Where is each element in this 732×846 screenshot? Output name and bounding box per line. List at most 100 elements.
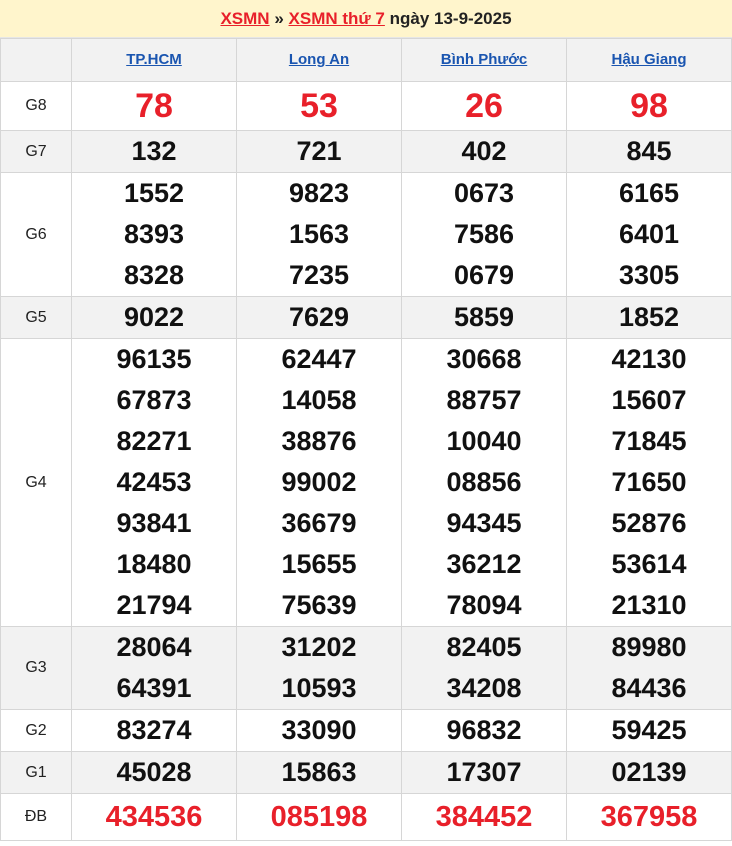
result-cell-hau-giang: 845 (566, 130, 732, 173)
page-header: XSMN » XSMN thứ 7 ngày 13-9-2025 (0, 0, 732, 38)
xsmn-link[interactable]: XSMN (220, 9, 269, 28)
prize-row-g1: G1 45028 15863 17307 02139 (0, 751, 732, 794)
result-cell-tphcm: 83274 (71, 709, 237, 752)
prize-number: 82271 (116, 426, 192, 456)
prize-number: 83274 (116, 715, 192, 745)
result-cell-hau-giang: 367958 (566, 793, 732, 841)
prize-row-g6: G6 1552 8393 8328 9823 1563 7235 0673 7586 0679 61… (0, 172, 732, 297)
prize-number: 36212 (446, 549, 522, 579)
prize-number: 7235 (288, 260, 350, 290)
province-link-tphcm[interactable]: TP.HCM (126, 51, 182, 68)
province-link-long-an[interactable]: Long An (289, 51, 349, 68)
result-cell-long-an: 721 (236, 130, 402, 173)
prize-label: G5 (0, 296, 72, 339)
result-cell-binh-phuoc: 0673 7586 0679 (401, 172, 567, 297)
prize-number: 94345 (446, 508, 522, 538)
prize-number: 15607 (611, 385, 687, 415)
prize-number: 0673 (453, 178, 515, 208)
result-cell-tphcm: 78 (71, 81, 237, 131)
province-link-binh-phuoc[interactable]: Bình Phước (441, 51, 528, 68)
prize-number: 14058 (281, 385, 357, 415)
prize-number: 26 (465, 87, 503, 125)
prize-number: 38876 (281, 426, 357, 456)
special-prize-number: 384452 (435, 801, 533, 833)
prize-number: 75639 (281, 590, 357, 620)
corner-cell (0, 38, 72, 82)
result-cell-tphcm: 96135 67873 82271 42453 93841 18480 21794 (71, 338, 237, 627)
prize-label: G2 (0, 709, 72, 752)
prize-row-g4: G4 96135 67873 82271 42453 93841 18480 21794 624… (0, 338, 732, 627)
prize-number: 71650 (611, 467, 687, 497)
prize-number: 845 (626, 136, 672, 166)
prize-number: 78 (135, 87, 173, 125)
prize-number: 64391 (116, 673, 192, 703)
prize-number: 08856 (446, 467, 522, 497)
prize-number: 53614 (611, 549, 687, 579)
result-cell-long-an: 15863 (236, 751, 402, 794)
prize-number: 62447 (281, 344, 357, 374)
prize-number: 6401 (618, 219, 680, 249)
prize-number: 96832 (446, 715, 522, 745)
prize-number: 5859 (453, 302, 515, 332)
province-header-row: TP.HCM Long An Bình Phước Hậu Giang (0, 38, 732, 82)
prize-number: 21310 (611, 590, 687, 620)
prize-number: 1552 (123, 178, 185, 208)
prize-number: 89980 (611, 632, 687, 662)
prize-number: 59425 (611, 715, 687, 745)
result-cell-long-an: 085198 (236, 793, 402, 841)
prize-number: 30668 (446, 344, 522, 374)
prize-number: 71845 (611, 426, 687, 456)
result-cell-long-an: 62447 14058 38876 99002 36679 15655 75639 (236, 338, 402, 627)
prize-number: 36679 (281, 508, 357, 538)
prize-number: 15863 (281, 757, 357, 787)
result-cell-hau-giang: 42130 15607 71845 71650 52876 53614 21310 (566, 338, 732, 627)
prize-number: 9022 (123, 302, 185, 332)
province-header-long-an: Long An (236, 38, 402, 82)
province-link-hau-giang[interactable]: Hậu Giang (611, 51, 686, 68)
result-cell-long-an: 33090 (236, 709, 402, 752)
special-prize-number: 085198 (270, 801, 368, 833)
xsmn-saturday-link[interactable]: XSMN thứ 7 (289, 9, 385, 28)
result-cell-hau-giang: 89980 84436 (566, 626, 732, 710)
results-table: TP.HCM Long An Bình Phước Hậu Giang G8 78… (0, 38, 732, 841)
prize-row-g8: G8 78 53 26 98 (0, 81, 732, 131)
result-cell-tphcm: 45028 (71, 751, 237, 794)
result-cell-binh-phuoc: 402 (401, 130, 567, 173)
result-cell-long-an: 9823 1563 7235 (236, 172, 402, 297)
result-cell-long-an: 7629 (236, 296, 402, 339)
result-cell-binh-phuoc: 384452 (401, 793, 567, 841)
prize-number: 98 (630, 87, 668, 125)
prize-number: 6165 (618, 178, 680, 208)
prize-number: 31202 (281, 632, 357, 662)
prize-number: 52876 (611, 508, 687, 538)
prize-number: 402 (461, 136, 507, 166)
result-cell-long-an: 31202 10593 (236, 626, 402, 710)
result-cell-hau-giang: 1852 (566, 296, 732, 339)
result-cell-tphcm: 434536 (71, 793, 237, 841)
prize-number: 34208 (446, 673, 522, 703)
prize-number: 84436 (611, 673, 687, 703)
prize-label: G4 (0, 338, 72, 627)
province-header-tphcm: TP.HCM (71, 38, 237, 82)
prize-label: G8 (0, 81, 72, 131)
prize-number: 96135 (116, 344, 192, 374)
prize-number: 1563 (288, 219, 350, 249)
special-prize-number: 367958 (600, 801, 698, 833)
result-cell-hau-giang: 02139 (566, 751, 732, 794)
result-cell-tphcm: 9022 (71, 296, 237, 339)
prize-number: 33090 (281, 715, 357, 745)
prize-label: G7 (0, 130, 72, 173)
result-cell-binh-phuoc: 17307 (401, 751, 567, 794)
province-header-binh-phuoc: Bình Phước (401, 38, 567, 82)
special-prize-number: 434536 (105, 801, 203, 833)
prize-row-g5: G5 9022 7629 5859 1852 (0, 296, 732, 339)
prize-row-g7: G7 132 721 402 845 (0, 130, 732, 173)
prize-number: 42130 (611, 344, 687, 374)
result-cell-binh-phuoc: 30668 88757 10040 08856 94345 36212 78094 (401, 338, 567, 627)
prize-number: 45028 (116, 757, 192, 787)
result-cell-tphcm: 28064 64391 (71, 626, 237, 710)
prize-number: 88757 (446, 385, 522, 415)
breadcrumb-separator: » (274, 9, 284, 28)
draw-date: ngày 13-9-2025 (389, 9, 512, 28)
prize-number: 42453 (116, 467, 192, 497)
